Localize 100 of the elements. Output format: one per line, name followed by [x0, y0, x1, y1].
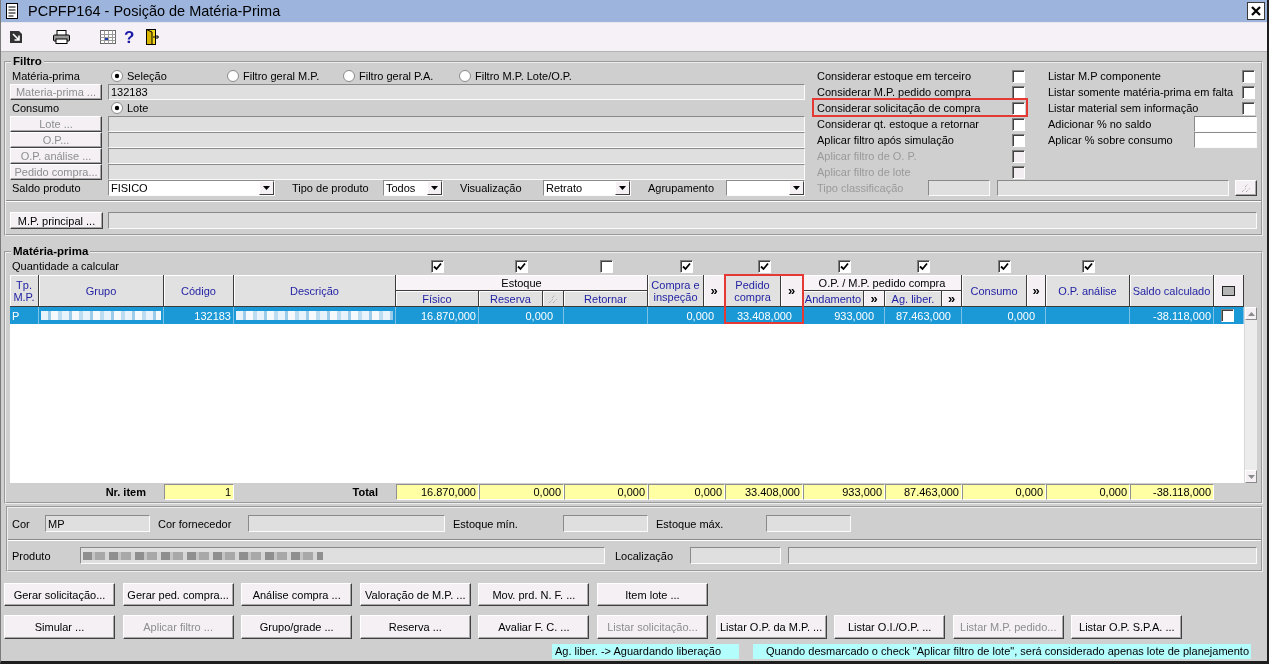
action-button[interactable]: Listar O.I./O.P. ...: [834, 615, 946, 639]
checkbox[interactable]: [1242, 69, 1255, 83]
picker-button[interactable]: [1235, 180, 1257, 196]
input-field[interactable]: [108, 164, 805, 180]
input-field[interactable]: [108, 132, 805, 148]
radio-option[interactable]: Filtro M.P. Lote/O.P.: [456, 70, 572, 82]
arrow-icon[interactable]: [10, 31, 22, 43]
dropdown-field[interactable]: [726, 180, 805, 196]
field-label: Cor fornecedor: [157, 517, 233, 530]
checkbox[interactable]: [837, 259, 851, 273]
column-header[interactable]: Pedido compra: [725, 275, 781, 307]
dropdown-field[interactable]: Todos: [383, 180, 443, 196]
input-field[interactable]: [108, 116, 805, 132]
column-header[interactable]: Tp. M.P.: [10, 275, 39, 307]
dropdown-field[interactable]: Retrato: [543, 180, 631, 196]
column-header[interactable]: Descrição: [234, 275, 396, 307]
input-field[interactable]: [1194, 116, 1257, 132]
input-field[interactable]: [108, 212, 1257, 229]
checkbox[interactable]: [599, 259, 613, 273]
table-icon[interactable]: [100, 30, 116, 44]
checkbox[interactable]: [515, 259, 528, 273]
column-header[interactable]: Saldo calculado: [1130, 275, 1214, 307]
checkbox[interactable]: [1012, 101, 1025, 115]
input-field[interactable]: [1194, 132, 1257, 148]
checkbox[interactable]: [1012, 117, 1025, 131]
lookup-button[interactable]: M.P. principal ...: [10, 212, 103, 229]
checkbox[interactable]: [431, 259, 444, 273]
column-header[interactable]: Consumo: [962, 275, 1027, 307]
input-field[interactable]: [766, 515, 851, 532]
field-label: Localização: [614, 549, 675, 562]
action-button[interactable]: Gerar solicitação...: [4, 583, 115, 606]
close-button[interactable]: [1247, 2, 1265, 20]
input-field[interactable]: [928, 180, 990, 196]
column-header[interactable]: Físico: [396, 291, 479, 307]
checkbox[interactable]: [917, 259, 930, 273]
action-button[interactable]: Valoração de M.P. ...: [359, 583, 471, 606]
caret-down-icon: [793, 186, 800, 190]
checkbox[interactable]: [1221, 309, 1234, 322]
radio-option[interactable]: Filtro geral M.P.: [224, 70, 340, 82]
help-button[interactable]: ?: [124, 28, 135, 46]
column-header[interactable]: Código: [164, 275, 234, 307]
expand-button[interactable]: »: [781, 275, 803, 307]
radio-option[interactable]: Filtro geral P.A.: [340, 70, 456, 82]
option-label: Listar somente matéria-prima em falta: [1048, 86, 1235, 98]
action-button[interactable]: Simular ...: [4, 615, 115, 639]
expand-button[interactable]: »: [942, 291, 962, 307]
action-button[interactable]: Análise compra ...: [241, 583, 353, 606]
input-field[interactable]: [563, 515, 648, 532]
checkbox[interactable]: [757, 259, 771, 273]
column-header[interactable]: Grupo: [39, 275, 164, 307]
dropdown-button[interactable]: [615, 181, 630, 195]
action-button[interactable]: Listar O.P. S.P.A. ...: [1071, 615, 1183, 639]
action-button[interactable]: Gerar ped. compra...: [122, 583, 234, 606]
checkbox[interactable]: [1242, 101, 1255, 115]
scroll-up-button[interactable]: [1245, 307, 1257, 320]
input-field[interactable]: [997, 180, 1229, 196]
column-header[interactable]: Retornar: [564, 291, 648, 307]
input-field[interactable]: [80, 547, 605, 564]
checkbox[interactable]: [1242, 85, 1255, 99]
checkbox[interactable]: [997, 259, 1011, 273]
expand-button[interactable]: »: [1027, 275, 1046, 307]
action-button[interactable]: Reserva ...: [359, 615, 471, 639]
dropdown-button[interactable]: [259, 181, 274, 195]
input-field[interactable]: [690, 547, 781, 564]
vertical-scrollbar[interactable]: [1244, 307, 1257, 483]
column-header[interactable]: Reserva: [479, 291, 543, 307]
door-icon[interactable]: [144, 29, 160, 45]
radio-option[interactable]: Seleção: [108, 70, 224, 82]
expand-button[interactable]: »: [704, 275, 725, 307]
total-field: 87.463,000: [885, 484, 962, 500]
checkbox[interactable]: [1012, 85, 1025, 99]
table-cell: 87.463,000: [885, 307, 962, 324]
scroll-down-button[interactable]: [1245, 470, 1257, 483]
radio-option[interactable]: Lote: [108, 102, 224, 114]
input-field[interactable]: [248, 515, 445, 532]
select-all-button[interactable]: [1214, 275, 1244, 307]
input-field[interactable]: [788, 547, 1257, 564]
dropdown-field[interactable]: FISICO: [108, 180, 275, 196]
column-header[interactable]: Compra e inspeção: [648, 275, 704, 307]
expand-button[interactable]: »: [864, 291, 885, 307]
action-button[interactable]: Mov. prd. N. F. ...: [478, 583, 590, 606]
field-label: Agrupamento: [647, 182, 716, 194]
field-label: Visualização: [459, 182, 523, 194]
action-button[interactable]: Item lote ...: [596, 583, 708, 606]
dropdown-button[interactable]: [789, 181, 804, 195]
column-header[interactable]: Ag. liber.: [885, 291, 942, 307]
dropdown-button[interactable]: [427, 181, 442, 195]
table-cell: 132183: [164, 307, 234, 324]
action-button[interactable]: Grupo/grade ...: [241, 615, 353, 639]
column-header[interactable]: O.P. análise: [1046, 275, 1130, 307]
printer-icon[interactable]: [53, 30, 70, 44]
input-field[interactable]: MP: [45, 515, 150, 532]
column-header[interactable]: Andamento: [803, 291, 864, 307]
checkbox[interactable]: [1012, 69, 1025, 83]
action-button[interactable]: Listar O.P. da M.P. ...: [715, 615, 827, 639]
action-button[interactable]: Avaliar F. C. ...: [478, 615, 590, 639]
checkbox[interactable]: [1081, 259, 1095, 273]
checkbox[interactable]: [680, 259, 693, 273]
input-field[interactable]: [108, 148, 805, 164]
checkbox[interactable]: [1012, 133, 1025, 147]
